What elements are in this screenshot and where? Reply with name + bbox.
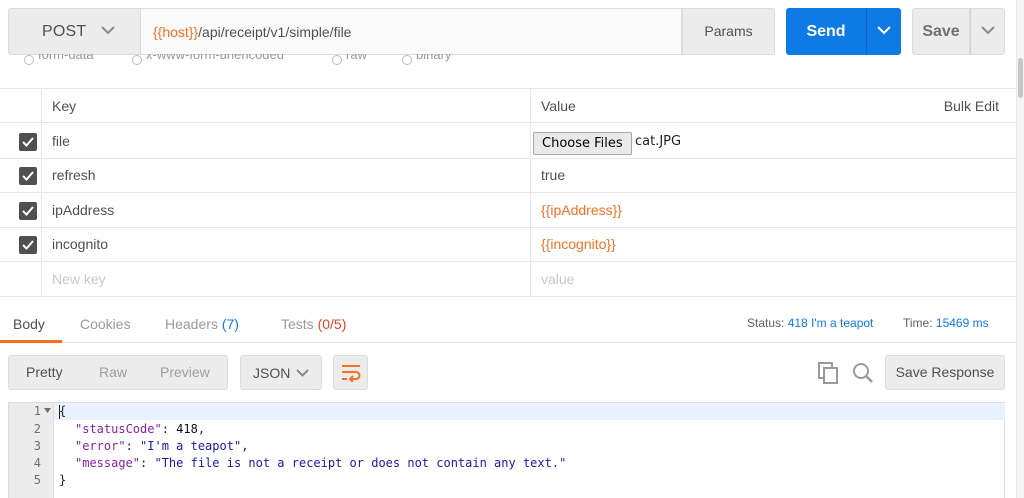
send-label: Send bbox=[806, 23, 846, 40]
table-header: Key Value Bulk Edit bbox=[0, 88, 1016, 123]
fold-arrow-icon[interactable] bbox=[44, 408, 51, 413]
row-key: refresh bbox=[52, 167, 96, 183]
key-cell[interactable]: ipAddress bbox=[42, 193, 531, 227]
new-key-placeholder: New key bbox=[52, 271, 106, 287]
header-key: Key bbox=[52, 98, 77, 114]
view-mode-group: Pretty Raw Preview bbox=[8, 355, 228, 390]
row-value: {{incognito}} bbox=[541, 236, 616, 252]
table-row: incognito {{incognito}} bbox=[0, 227, 1016, 262]
save-response-label: Save Response bbox=[895, 364, 995, 380]
checkbox-icon[interactable] bbox=[19, 133, 37, 151]
line-number: 4 bbox=[33, 456, 41, 470]
row-key: ipAddress bbox=[52, 202, 115, 218]
headers-count: (7) bbox=[221, 316, 239, 332]
url-input[interactable]: {{host}}/api/receipt/v1/simple/file bbox=[141, 8, 682, 55]
radio-binary[interactable] bbox=[402, 55, 412, 65]
code-line: { bbox=[59, 404, 67, 418]
save-response-button[interactable]: Save Response bbox=[885, 355, 1005, 390]
new-value-placeholder: value bbox=[541, 271, 575, 287]
format-label: JSON bbox=[253, 365, 291, 381]
format-select[interactable]: JSON bbox=[240, 355, 322, 390]
tests-count: (0/5) bbox=[317, 316, 347, 332]
code-line: "message": "The file is not a receipt or… bbox=[75, 456, 567, 470]
new-value-input[interactable]: value bbox=[531, 262, 1016, 296]
checkbox-icon[interactable] bbox=[19, 167, 37, 185]
radio-urlencoded[interactable] bbox=[132, 55, 142, 65]
send-dropdown-button[interactable] bbox=[866, 8, 901, 55]
row-key: incognito bbox=[52, 236, 109, 252]
scrollbar-thumb[interactable] bbox=[1018, 58, 1023, 98]
value-cell[interactable]: true bbox=[531, 158, 1016, 192]
url-path: /api/receipt/v1/simple/file bbox=[198, 24, 352, 40]
send-button[interactable]: Send bbox=[786, 8, 866, 55]
time-value[interactable]: 15469 ms bbox=[936, 316, 989, 330]
url-host-variable: {{host}} bbox=[153, 24, 199, 40]
body-type-selector: form-data x-www-form-urlencoded raw bina… bbox=[0, 54, 1016, 68]
table-row: ipAddress {{ipAddress}} bbox=[0, 193, 1016, 228]
line-number: 3 bbox=[33, 439, 41, 453]
method-label: POST bbox=[42, 23, 87, 40]
save-label: Save bbox=[922, 23, 960, 40]
active-tab-indicator bbox=[0, 340, 62, 343]
search-icon[interactable] bbox=[852, 362, 874, 384]
bulk-edit-link[interactable]: Bulk Edit bbox=[944, 98, 999, 114]
row-value: true bbox=[541, 167, 566, 183]
chevron-down-icon bbox=[877, 26, 891, 35]
value-cell: Choose Files cat.JPG bbox=[531, 124, 1016, 158]
code-line: } bbox=[59, 473, 67, 487]
view-preview[interactable]: Preview bbox=[160, 356, 210, 389]
line-number: 5 bbox=[33, 473, 41, 487]
wrap-lines-button[interactable] bbox=[333, 355, 368, 390]
response-body-editor[interactable]: 1 2 3 4 5 { "statusCode": 418, "error": … bbox=[8, 402, 1005, 498]
chevron-down-icon bbox=[981, 26, 995, 35]
body-type-urlencoded[interactable]: x-www-form-urlencoded bbox=[146, 54, 284, 62]
body-type-binary[interactable]: binary bbox=[416, 54, 451, 62]
body-type-raw[interactable]: raw bbox=[346, 54, 367, 62]
row-value: {{ipAddress}} bbox=[541, 202, 622, 218]
line-number: 1 bbox=[33, 404, 41, 418]
new-row: New key value bbox=[0, 262, 1016, 297]
key-cell[interactable]: file bbox=[42, 124, 531, 158]
active-line-highlight bbox=[9, 403, 1005, 420]
tab-headers[interactable]: Headers (7) bbox=[165, 316, 239, 332]
key-cell[interactable]: refresh bbox=[42, 158, 531, 192]
choose-files-button[interactable]: Choose Files bbox=[533, 132, 632, 155]
chevron-down-icon bbox=[101, 26, 115, 35]
row-key: file bbox=[52, 133, 70, 149]
params-label: Params bbox=[704, 23, 753, 39]
value-cell[interactable]: {{ipAddress}} bbox=[531, 193, 1016, 227]
code-line: "statusCode": 418, bbox=[75, 422, 206, 436]
tab-tests[interactable]: Tests (0/5) bbox=[281, 316, 346, 332]
tab-body[interactable]: Body bbox=[13, 316, 45, 332]
radio-raw[interactable] bbox=[332, 55, 342, 65]
code-line: "error": "I'm a teapot", bbox=[75, 439, 249, 453]
table-row: refresh true bbox=[0, 158, 1016, 193]
status-value[interactable]: 418 I'm a teapot bbox=[788, 316, 874, 330]
file-name: cat.JPG bbox=[635, 134, 682, 149]
method-select[interactable]: POST bbox=[8, 8, 141, 55]
chevron-down-icon bbox=[296, 369, 309, 377]
checkbox-icon[interactable] bbox=[19, 202, 37, 220]
header-value: Value bbox=[541, 98, 576, 114]
view-raw[interactable]: Raw bbox=[99, 356, 127, 389]
save-dropdown-button[interactable] bbox=[970, 8, 1005, 55]
save-button[interactable]: Save bbox=[912, 8, 970, 55]
view-pretty[interactable]: Pretty bbox=[26, 356, 63, 389]
status-readout: Status: 418 I'm a teapot bbox=[747, 316, 874, 330]
copy-icon[interactable] bbox=[818, 362, 838, 384]
body-type-form-data[interactable]: form-data bbox=[38, 54, 94, 62]
tab-cookies[interactable]: Cookies bbox=[80, 316, 131, 332]
time-readout: Time: 15469 ms bbox=[903, 316, 989, 330]
line-number: 2 bbox=[33, 422, 41, 436]
checkbox-icon[interactable] bbox=[19, 236, 37, 254]
params-button[interactable]: Params bbox=[682, 8, 775, 55]
table-row: file Choose Files cat.JPG bbox=[0, 124, 1016, 159]
key-cell[interactable]: incognito bbox=[42, 227, 531, 261]
value-cell[interactable]: {{incognito}} bbox=[531, 227, 1016, 261]
radio-form-data[interactable] bbox=[24, 55, 34, 65]
wrap-lines-icon bbox=[342, 365, 361, 382]
new-key-input[interactable]: New key bbox=[42, 262, 531, 296]
